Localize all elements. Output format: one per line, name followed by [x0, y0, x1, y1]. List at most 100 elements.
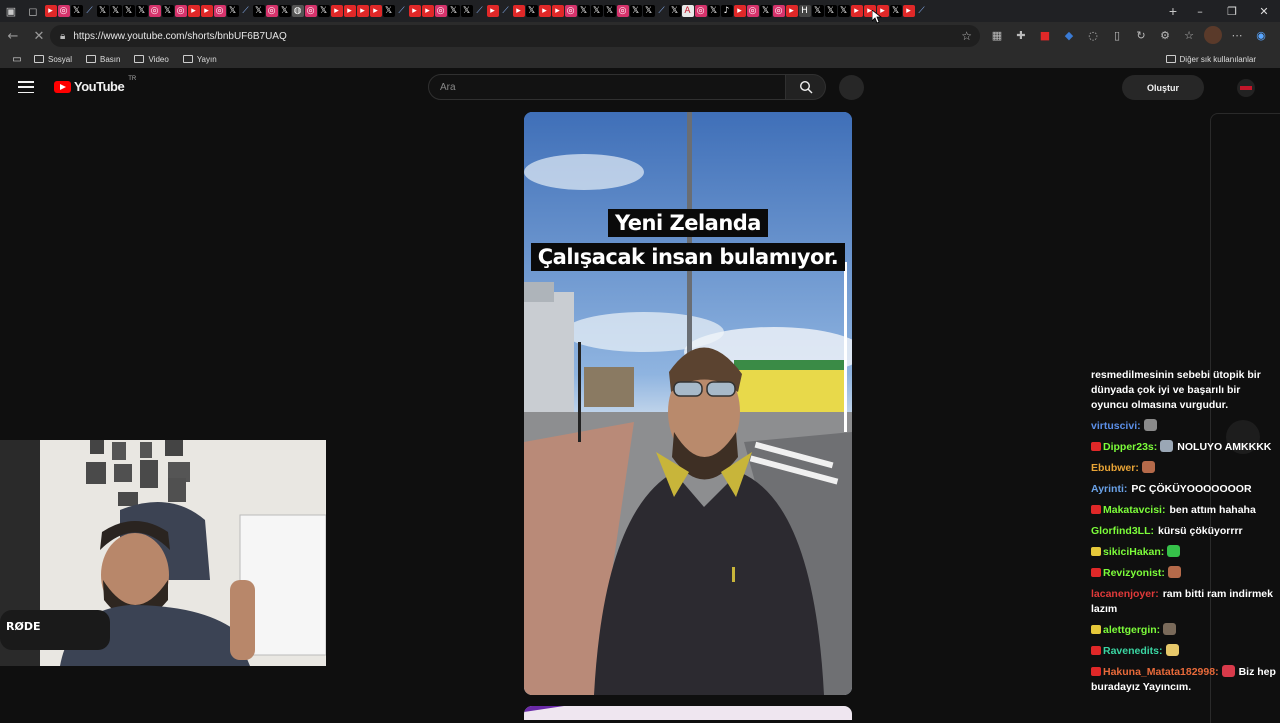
chat-username[interactable]: Revizyonist: — [1103, 567, 1165, 579]
x-tab-icon[interactable]: 𝕏 — [889, 5, 902, 17]
copilot-icon[interactable]: ◉ — [1252, 26, 1270, 44]
x-tab-icon[interactable]: 𝕏 — [161, 5, 174, 17]
voice-search-button[interactable] — [839, 75, 864, 100]
extension-icon[interactable]: ◆ — [1060, 26, 1078, 44]
yt-tab-icon[interactable]: ▸ — [902, 5, 915, 17]
x-tab-icon[interactable]: 𝕏 — [577, 5, 590, 17]
x-tab-icon[interactable]: 𝕏 — [759, 5, 772, 17]
chat-username[interactable]: Ebubwer: — [1091, 462, 1139, 474]
chat-username[interactable]: virtuscivi: — [1091, 420, 1141, 432]
site-info-icon[interactable]: 🔒︎ — [60, 31, 65, 42]
extension-icon[interactable]: ■ — [1036, 26, 1054, 44]
bookmark-folder-video[interactable]: Video — [134, 55, 169, 64]
x-tab-icon[interactable]: 𝕏 — [226, 5, 239, 17]
x-tab-icon[interactable]: 𝕏 — [278, 5, 291, 17]
x-tab-icon[interactable]: 𝕏 — [707, 5, 720, 17]
bookmark-folder-other[interactable]: Diğer sık kullanılanlar — [1165, 55, 1256, 64]
link-tab-icon[interactable]: ⟋ — [499, 5, 512, 17]
x-tab-icon[interactable]: 𝕏 — [590, 5, 603, 17]
active-tab-icon[interactable]: A — [681, 5, 694, 17]
ig-tab-icon[interactable]: ◎ — [265, 5, 278, 17]
profile-avatar[interactable] — [1204, 26, 1222, 44]
menu-icon[interactable] — [18, 81, 34, 93]
link-tab-icon[interactable]: ⟋ — [83, 5, 96, 17]
yt-tab-icon[interactable]: ▸ — [356, 5, 369, 17]
link-tab-icon[interactable]: ⟋ — [395, 5, 408, 17]
ig-tab-icon[interactable]: ◎ — [746, 5, 759, 17]
chat-username[interactable]: alettgergin: — [1103, 624, 1160, 636]
yt-tab-icon[interactable]: ▸ — [486, 5, 499, 17]
chat-username[interactable]: lacanenjoyer: — [1091, 588, 1159, 600]
x-tab-icon[interactable]: 𝕏 — [668, 5, 681, 17]
create-button[interactable]: Oluştur — [1122, 75, 1204, 100]
ig-tab-icon[interactable]: ◎ — [772, 5, 785, 17]
yt-tab-icon[interactable]: ▸ — [343, 5, 356, 17]
ig-tab-icon[interactable]: ◎ — [616, 5, 629, 17]
x-tab-icon[interactable]: 𝕏 — [824, 5, 837, 17]
x-tab-icon[interactable]: 𝕏 — [317, 5, 330, 17]
close-icon[interactable]: ✕ — [1248, 0, 1280, 22]
x-tab-icon[interactable]: 𝕏 — [642, 5, 655, 17]
extension-icon[interactable]: ▦ — [988, 26, 1006, 44]
yt-tab-icon[interactable]: ▸ — [408, 5, 421, 17]
youtube-logo[interactable]: YouTube TR — [54, 76, 136, 94]
favorite-star-icon[interactable]: ☆ — [961, 29, 972, 43]
yt-tab-icon[interactable]: ▸ — [538, 5, 551, 17]
x-tab-icon[interactable]: 𝕏 — [252, 5, 265, 17]
minimize-icon[interactable]: – — [1184, 0, 1216, 22]
yt-tab-icon[interactable]: ▸ — [369, 5, 382, 17]
yt-tab-icon[interactable]: ▸ — [330, 5, 343, 17]
ig-tab-icon[interactable]: ◎ — [304, 5, 317, 17]
chat-username[interactable]: Dipper23s: — [1103, 441, 1157, 453]
bookmark-folder-sosyal[interactable]: Sosyal — [34, 55, 72, 64]
yt-tab-icon[interactable]: ▸ — [512, 5, 525, 17]
x-tab-icon[interactable]: 𝕏 — [109, 5, 122, 17]
x-tab-icon[interactable]: 𝕏 — [603, 5, 616, 17]
ig-tab-icon[interactable]: ◎ — [57, 5, 70, 17]
x-tab-icon[interactable]: 𝕏 — [382, 5, 395, 17]
globe-tab-icon[interactable]: ◍ — [291, 5, 304, 17]
chat-username[interactable]: sikiciHakan: — [1103, 546, 1164, 558]
bookmark-folder-basin[interactable]: Basın — [86, 55, 120, 64]
bookmark-folder-yayin[interactable]: Yayın — [182, 55, 217, 64]
chat-username[interactable]: Ayrinti: — [1091, 483, 1127, 495]
yt-tab-icon[interactable]: ▸ — [733, 5, 746, 17]
collections-icon[interactable]: ▭ — [0, 54, 34, 65]
yt-tab-icon[interactable]: ▸ — [421, 5, 434, 17]
stop-loading-icon[interactable]: ✕ — [26, 29, 52, 44]
search-button[interactable] — [786, 74, 826, 100]
yt-tab-icon[interactable]: ▸ — [551, 5, 564, 17]
next-short-preview[interactable] — [524, 706, 852, 720]
x-tab-icon[interactable]: 𝕏 — [70, 5, 83, 17]
chat-username[interactable]: Makatavcisi: — [1103, 504, 1165, 516]
extensions-icon[interactable]: ⚙ — [1156, 26, 1174, 44]
tiktok-tab-icon[interactable]: ♪ — [720, 5, 733, 17]
refresh-icon[interactable]: ↻ — [1132, 26, 1150, 44]
more-menu-icon[interactable]: ⋯ — [1228, 26, 1246, 44]
yt-tab-icon[interactable]: ▸ — [44, 5, 57, 17]
shorts-video-player[interactable]: Yeni Zelanda Çalışacak insan bulamıyor. — [524, 112, 852, 695]
address-bar[interactable]: 🔒︎ https://www.youtube.com/shorts/bnbUF6… — [50, 25, 980, 47]
new-tab-button[interactable]: + — [1162, 3, 1184, 19]
x-tab-icon[interactable]: 𝕏 — [811, 5, 824, 17]
ig-tab-icon[interactable]: ◎ — [213, 5, 226, 17]
link-tab-icon[interactable]: ⟋ — [473, 5, 486, 17]
back-icon[interactable]: ← — [0, 29, 26, 44]
chat-username[interactable]: Hakuna_Matata182998: — [1103, 666, 1219, 678]
h-tab-icon[interactable]: H — [798, 5, 811, 17]
x-tab-icon[interactable]: 𝕏 — [460, 5, 473, 17]
extension-icon[interactable]: ◌ — [1084, 26, 1102, 44]
x-tab-icon[interactable]: 𝕏 — [837, 5, 850, 17]
ig-tab-icon[interactable]: ◎ — [434, 5, 447, 17]
ig-tab-icon[interactable]: ◎ — [174, 5, 187, 17]
workspaces-icon[interactable]: ▣ — [0, 0, 22, 22]
yt-tab-icon[interactable]: ▸ — [187, 5, 200, 17]
tab-actions-icon[interactable]: ◻ — [22, 0, 44, 22]
link-tab-icon[interactable]: ⟋ — [239, 5, 252, 17]
extension-icon[interactable]: ▯ — [1108, 26, 1126, 44]
x-tab-icon[interactable]: 𝕏 — [629, 5, 642, 17]
ig-tab-icon[interactable]: ◎ — [694, 5, 707, 17]
search-input[interactable] — [429, 75, 785, 99]
yt-tab-icon[interactable]: ▸ — [200, 5, 213, 17]
yt-tab-icon[interactable]: ▸ — [785, 5, 798, 17]
